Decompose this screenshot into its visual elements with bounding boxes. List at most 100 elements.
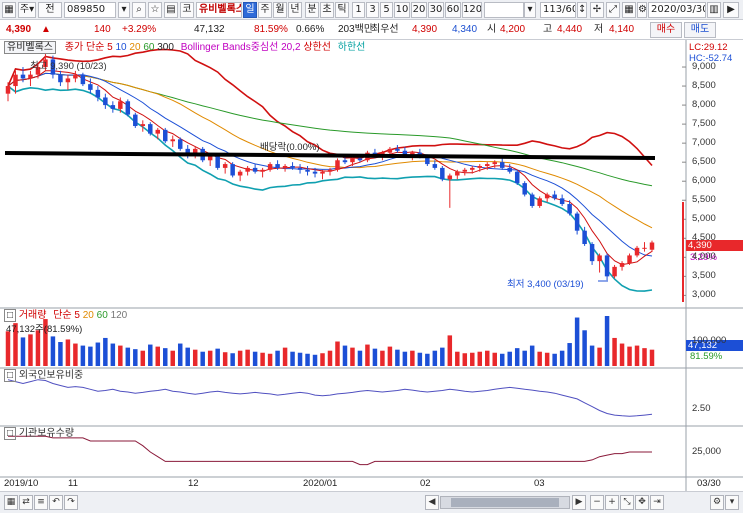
lock-label[interactable]: 코 [180, 2, 194, 18]
scroll-right-icon[interactable]: ▶ [572, 495, 586, 510]
chevron-right-icon[interactable]: ▶ [723, 2, 739, 18]
volume-bar [155, 346, 161, 366]
foreign-panel-icon[interactable]: □ [4, 369, 17, 382]
volume-ratio: 81.59% [254, 24, 288, 35]
candle-body [222, 164, 228, 168]
candle-body [275, 164, 280, 168]
candle-body [207, 156, 213, 161]
scroll-thumb[interactable] [451, 498, 559, 507]
period-second[interactable]: 초 [320, 2, 334, 18]
volume-bar [642, 348, 647, 366]
candle-body [103, 97, 108, 106]
candle-body [327, 169, 333, 172]
candle-body [387, 148, 393, 153]
volume-bar [365, 344, 370, 366]
period-month[interactable]: 월 [273, 2, 287, 18]
candle-body [350, 158, 355, 163]
sync-icon[interactable]: ⇄ [19, 495, 33, 510]
volume-bar [320, 353, 325, 366]
chevron-down-icon[interactable]: ▾ [118, 2, 130, 18]
volume-bar [185, 347, 190, 366]
sell-button[interactable]: 매도 [684, 22, 716, 38]
foreign-panel-title: 외국인보유비중 [18, 370, 84, 381]
undo-icon[interactable]: ↶ [49, 495, 63, 510]
table-icon[interactable]: ▦ [622, 2, 636, 18]
minute-60[interactable]: 60 [445, 2, 461, 18]
volume-bar [529, 345, 535, 366]
volume-ma-label: 단순 [53, 310, 72, 321]
settings-icon[interactable]: ⚙ [710, 495, 724, 510]
candle-body [140, 124, 146, 127]
candle-body [260, 169, 265, 172]
zoom-in-icon[interactable]: + [605, 495, 619, 510]
candle-body [305, 169, 310, 172]
candle-body [492, 162, 497, 165]
volume-bar [110, 343, 116, 366]
up-arrow-icon: ▲ [41, 24, 51, 35]
minute-5[interactable]: 5 [380, 2, 393, 18]
bar-count[interactable]: 113/600 [540, 2, 576, 18]
expand-icon[interactable]: ▾ [725, 495, 739, 510]
price-panel-title[interactable]: 유비벨록스 [4, 41, 56, 54]
candle-body [447, 175, 453, 180]
candle-body [95, 89, 101, 98]
volume-bar [260, 352, 265, 366]
fit-icon[interactable]: ⤡ [620, 495, 634, 510]
price-axis-tick: 7,000 [692, 137, 716, 149]
crosshair-icon[interactable]: ✢ [590, 2, 604, 18]
minute-3[interactable]: 3 [366, 2, 379, 18]
volume-value: 47,132주(81.59%) [6, 324, 83, 335]
code-prefix[interactable]: 전 [38, 2, 62, 18]
volume-bar [402, 351, 408, 366]
grid-toggle-icon[interactable]: ▦ [4, 495, 18, 510]
volume-bar [619, 343, 625, 366]
pan-icon[interactable]: ✥ [635, 495, 649, 510]
candle-body [462, 169, 468, 172]
minute-20[interactable]: 20 [411, 2, 427, 18]
candle-body [522, 183, 527, 195]
market-select[interactable]: 주▾ [18, 2, 36, 18]
period-year[interactable]: 년 [288, 2, 302, 18]
period-minute[interactable]: 분 [305, 2, 319, 18]
period-tick[interactable]: 틱 [335, 2, 349, 18]
price-axis-tick: 4,500 [692, 232, 716, 244]
grid-icon[interactable]: ▤ [164, 2, 178, 18]
low-label: 저 [594, 24, 604, 35]
end-icon[interactable]: ⇥ [650, 495, 664, 510]
foreign-axis-tick: 2.50 [692, 403, 711, 414]
minute-10[interactable]: 10 [394, 2, 410, 18]
list-icon[interactable]: ≡ [34, 495, 48, 510]
period-week[interactable]: 주 [258, 2, 272, 18]
zoom-icon[interactable]: ⤢ [606, 2, 620, 18]
gear-icon[interactable]: ⚙ [637, 2, 647, 18]
redo-icon[interactable]: ↷ [64, 495, 78, 510]
candle-body [552, 194, 557, 199]
zoom-out-icon[interactable]: − [590, 495, 604, 510]
volume-bar [222, 352, 228, 366]
spin-icon[interactable]: ↕ [577, 2, 587, 18]
chart-menu-icon[interactable]: ▦ [2, 2, 16, 18]
scroll-track[interactable] [440, 496, 570, 509]
candle-body [612, 266, 617, 277]
date-input[interactable]: 2020/03/30 [648, 2, 706, 18]
search-icon[interactable]: ⌕ [132, 2, 146, 18]
stock-chart[interactable] [0, 40, 743, 491]
candle-body [470, 167, 475, 170]
chevron-down-icon[interactable]: ▾ [524, 2, 536, 18]
stock-name[interactable]: 유비벨록스 [196, 2, 242, 18]
period-day[interactable]: 일 [243, 2, 257, 18]
volume-bar [507, 351, 512, 366]
candle-body [559, 198, 565, 205]
candle-body [58, 74, 63, 83]
star-icon[interactable]: ☆ [148, 2, 162, 18]
scroll-left-icon[interactable]: ◀ [425, 495, 439, 510]
volume-bar [170, 350, 175, 366]
custom-period-input[interactable] [484, 2, 524, 18]
buy-button[interactable]: 매수 [650, 22, 682, 38]
minute-30[interactable]: 30 [428, 2, 444, 18]
minute-120[interactable]: 120 [462, 2, 482, 18]
minute-1[interactable]: 1 [352, 2, 365, 18]
stock-code-input[interactable]: 089850 [64, 2, 116, 18]
inst-panel-icon[interactable]: □ [4, 427, 17, 440]
calendar-icon[interactable]: ▥ [707, 2, 721, 18]
